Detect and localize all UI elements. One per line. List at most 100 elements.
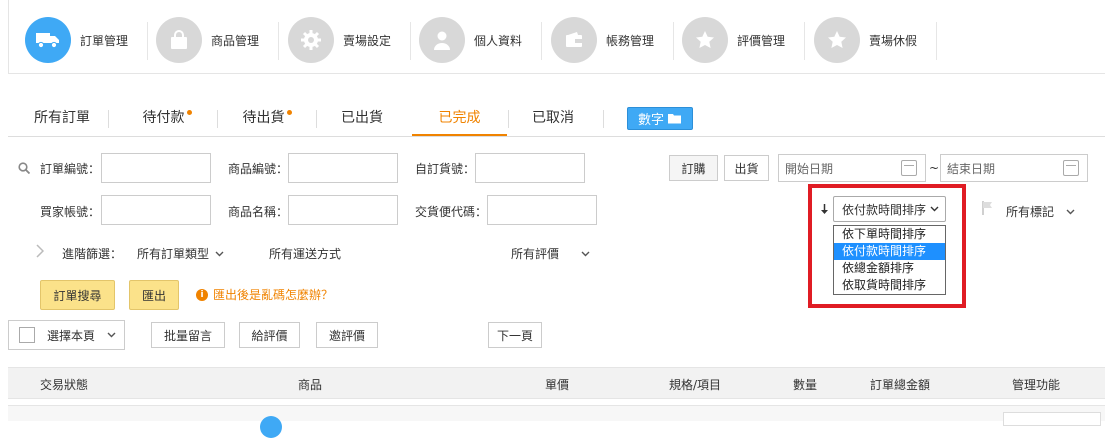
rating-value: 所有評價 bbox=[511, 247, 560, 261]
nav-profile[interactable]: 個人資料 bbox=[419, 17, 522, 63]
highlight-box bbox=[808, 184, 966, 308]
notification-dot bbox=[186, 110, 192, 115]
nav-label: 個人資料 bbox=[474, 33, 523, 48]
tab-label: 所有訂單 bbox=[34, 110, 90, 126]
checkbox[interactable] bbox=[19, 327, 35, 343]
batch-message-button[interactable]: 批量留言 bbox=[151, 322, 225, 348]
select-page-label: 選擇本頁 bbox=[47, 328, 96, 343]
nav-rating-management[interactable]: 評價管理 bbox=[682, 17, 785, 63]
start-date-input[interactable]: 開始日期 bbox=[778, 154, 926, 182]
top-navigation: 訂單管理 商品管理 賣場設定 個人資料 帳務管理 評價管理 賣場休假 bbox=[8, 0, 1105, 74]
nav-label: 訂單管理 bbox=[80, 33, 129, 48]
flag-filter-select[interactable]: 所有標記 bbox=[1006, 203, 1075, 220]
invite-rating-button[interactable]: 邀評價 bbox=[316, 322, 378, 348]
order-type-select[interactable]: 所有訂單類型 bbox=[137, 245, 224, 262]
tab-shipped[interactable]: 已出貨 bbox=[322, 104, 402, 136]
col-header: 商品 bbox=[298, 378, 323, 392]
buyer-input[interactable] bbox=[101, 195, 211, 225]
pickup-code-label: 交貨便代碼： bbox=[415, 205, 488, 219]
nav-accounting[interactable]: 帳務管理 bbox=[551, 17, 654, 63]
nav-label: 帳務管理 bbox=[606, 33, 655, 48]
nav-store-vacation[interactable]: 賣場休假 bbox=[814, 17, 917, 63]
export-help-text: 匯出後是亂碼怎麼辦？ bbox=[213, 288, 334, 302]
col-header: 數量 bbox=[793, 378, 818, 392]
buyer-label: 買家帳號： bbox=[40, 205, 101, 219]
tab-pending-payment[interactable]: 待付款 bbox=[122, 104, 212, 136]
delivery-value: 所有運送方式 bbox=[269, 247, 342, 261]
tab-label: 待出貨 bbox=[242, 110, 285, 126]
custom-no-label: 自訂貨號： bbox=[415, 162, 476, 176]
give-rating-button[interactable]: 給評價 bbox=[239, 322, 300, 348]
col-header: 訂單總金額 bbox=[870, 378, 931, 392]
rating-select[interactable]: 所有評價 bbox=[511, 245, 590, 262]
folder-icon bbox=[668, 114, 681, 124]
notification-dot bbox=[286, 110, 292, 115]
info-icon: i bbox=[196, 288, 208, 301]
count-label: 數字 bbox=[637, 113, 664, 128]
nav-order-management[interactable]: 訂單管理 bbox=[25, 17, 128, 63]
chevron-down-icon bbox=[215, 251, 224, 256]
chevron-down-icon bbox=[581, 251, 590, 256]
order-status-tabs: 所有訂單 待付款 待出貨 已出貨 已完成 已取消 數字 bbox=[8, 104, 1105, 137]
order-no-label: 訂單編號： bbox=[40, 162, 101, 176]
chevron-right-icon[interactable] bbox=[36, 244, 44, 258]
star-icon bbox=[814, 17, 860, 63]
chevron-down-icon bbox=[107, 332, 116, 338]
table-row bbox=[8, 405, 1105, 438]
tab-completed[interactable]: 已完成 bbox=[412, 104, 507, 136]
product-no-label: 商品編號： bbox=[228, 162, 289, 176]
tab-divider bbox=[603, 110, 604, 128]
tab-divider bbox=[316, 110, 317, 128]
nav-divider bbox=[673, 22, 674, 60]
nav-label: 評價管理 bbox=[737, 33, 786, 48]
end-date-input[interactable]: 結束日期 bbox=[940, 154, 1088, 182]
tab-all-orders[interactable]: 所有訂單 bbox=[22, 104, 102, 136]
tab-cancelled[interactable]: 已取消 bbox=[513, 104, 593, 136]
tab-divider bbox=[508, 110, 509, 128]
col-header: 管理功能 bbox=[1012, 378, 1061, 392]
nav-divider bbox=[804, 22, 805, 60]
order-no-input[interactable] bbox=[101, 153, 211, 183]
export-button[interactable]: 匯出 bbox=[129, 280, 179, 310]
count-toggle-button[interactable]: 數字 bbox=[627, 107, 693, 130]
delivery-select[interactable]: 所有運送方式 bbox=[269, 245, 341, 262]
star-icon bbox=[682, 17, 728, 63]
gear-icon bbox=[288, 17, 334, 63]
nav-product-management[interactable]: 商品管理 bbox=[156, 17, 259, 63]
next-page-button[interactable]: 下一頁 bbox=[488, 322, 542, 348]
col-header: 單價 bbox=[545, 378, 570, 392]
col-header: 規格/項目 bbox=[669, 378, 722, 392]
orders-table-header: 交易狀態 商品 單價 規格/項目 數量 訂單總金額 管理功能 bbox=[8, 367, 1105, 399]
nav-store-settings[interactable]: 賣場設定 bbox=[288, 17, 391, 63]
start-date-placeholder: 開始日期 bbox=[785, 161, 834, 176]
export-help-link[interactable]: i 匯出後是亂碼怎麼辦？ bbox=[196, 286, 333, 303]
wallet-icon bbox=[551, 17, 597, 63]
product-no-input[interactable] bbox=[288, 153, 398, 183]
chevron-down-icon bbox=[1066, 209, 1075, 214]
ship-date-button[interactable]: 出貨 bbox=[724, 155, 769, 181]
order-search-button[interactable]: 訂單搜尋 bbox=[40, 280, 115, 310]
tab-label: 已完成 bbox=[438, 110, 481, 126]
product-name-input[interactable] bbox=[288, 195, 398, 225]
nav-divider bbox=[278, 22, 279, 60]
order-type-value: 所有訂單類型 bbox=[137, 247, 210, 261]
order-date-button[interactable]: 訂購 bbox=[669, 155, 718, 181]
select-page-dropdown[interactable]: 選擇本頁 bbox=[8, 320, 125, 350]
tab-pending-shipment[interactable]: 待出貨 bbox=[222, 104, 312, 136]
product-name-label: 商品名稱： bbox=[228, 205, 289, 219]
tab-label: 待付款 bbox=[142, 110, 185, 126]
nav-label: 賣場設定 bbox=[343, 33, 392, 48]
manage-button[interactable] bbox=[1003, 412, 1101, 426]
nav-label: 商品管理 bbox=[211, 33, 260, 48]
flag-icon bbox=[982, 201, 992, 215]
end-date-placeholder: 結束日期 bbox=[947, 161, 996, 176]
col-header: 交易狀態 bbox=[40, 378, 89, 392]
nav-divider bbox=[541, 22, 542, 60]
tab-label: 已取消 bbox=[532, 110, 574, 126]
flag-filter-label: 所有標記 bbox=[1006, 205, 1055, 219]
nav-divider bbox=[147, 22, 148, 60]
nav-divider bbox=[410, 22, 411, 60]
pickup-code-input[interactable] bbox=[487, 195, 597, 225]
user-icon bbox=[419, 17, 465, 63]
custom-no-input[interactable] bbox=[475, 153, 585, 183]
